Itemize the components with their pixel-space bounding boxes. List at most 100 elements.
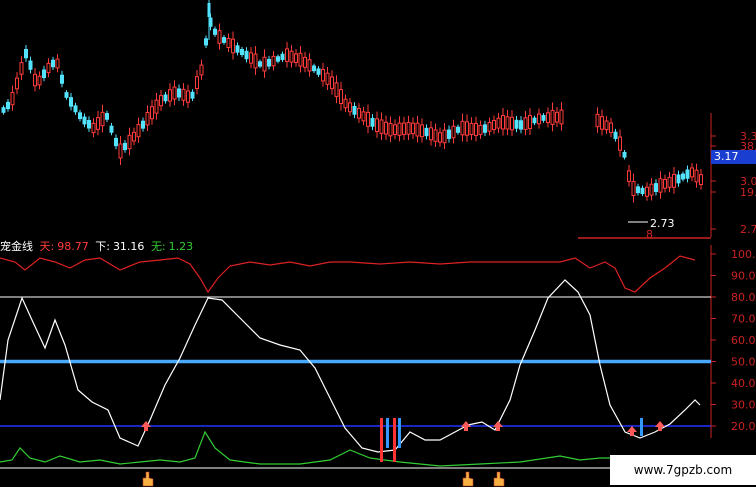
candle-body [393,124,397,135]
candle-body [348,102,352,113]
indicator-axis-label: 40.00 [731,377,756,390]
candle-body [375,118,379,133]
candle-body [64,92,69,98]
price-axis-label: 19.1% [740,186,756,199]
candle-body [442,129,447,144]
legend-wu-value: 1.23 [168,240,194,253]
candle-body [402,122,406,135]
indicator-axis-label: 80.00 [731,291,756,304]
candle-body [474,122,478,136]
candle-body [411,122,415,135]
candle-body [532,117,537,124]
candle-body [609,122,613,133]
candle-body [51,59,55,68]
candle-body [289,50,294,63]
candle-body [523,117,528,130]
candle-body [267,58,271,67]
candle-body [298,52,303,67]
candle-body [213,28,217,35]
candle-body [6,101,10,110]
candle-body [339,89,343,105]
candle-body [667,176,672,188]
candle-body [681,173,685,180]
candle-body [207,3,211,17]
candle-body [469,122,474,136]
candle-body [73,105,78,113]
candle-body [406,121,411,135]
candle-body [352,105,357,115]
candle-body [199,64,204,76]
candle-body [595,113,600,128]
candle-body [15,77,19,90]
candle-body [114,137,118,147]
watermark: www.7gpzb.com [610,455,756,485]
legend-xia-value: 31.16 [112,240,145,253]
candle-body [537,113,541,125]
up-arrow-icon [627,426,637,436]
candlesticks [1,13,703,203]
candle-body [370,117,375,127]
candle-body [145,111,150,126]
candle-body [618,136,622,151]
candle-body [262,56,267,72]
candle-body [28,60,33,70]
candle-body [447,129,451,139]
candle-body [231,38,235,54]
candle-body [604,120,609,131]
candle-body [168,89,172,102]
candle-body [541,115,546,121]
candle-body [100,111,105,127]
candle-body [388,123,393,137]
candle-body [663,178,667,189]
candle-body [109,125,114,133]
candle-body [676,174,681,184]
candle-body [316,68,321,75]
candle-body [91,122,96,134]
candle-body [501,114,505,130]
candle-body [397,122,402,136]
candle-body [649,183,654,196]
candle-body [546,112,550,124]
candle-body [366,111,370,127]
candle-body [55,58,60,69]
price-axis-label: 2.70 [740,223,756,236]
candle-body [195,76,199,90]
low-marker-label: 8 [646,228,653,241]
candle-body [172,86,177,100]
candle-body [451,125,456,139]
candle-body [271,55,276,67]
candle-body [244,50,249,60]
candle-body [550,109,555,125]
signal-bar-blue [398,418,401,448]
candle-body [60,74,64,84]
candle-body [330,76,334,90]
candle-body [505,116,510,130]
candle-body [240,48,244,56]
candle-body [699,174,703,186]
candle-body [690,167,694,178]
candle-body [1,107,6,113]
candle-body [163,94,168,102]
candle-body [249,52,253,64]
candle-body [514,119,519,129]
candle-body [478,124,483,135]
candle-body [136,124,141,138]
candle-body [190,91,195,99]
indicator-axis-label: 60.00 [731,334,756,347]
hand-pointer-icon [493,471,505,487]
candle-body [10,92,15,106]
candle-body [46,62,51,74]
candle-body [424,127,429,137]
candle-body [307,59,312,72]
hand-pointer-icon [462,471,474,487]
signal-bar-blue [640,418,643,436]
signal-bar-red [393,418,396,462]
candle-body [82,116,87,125]
candle-body [177,88,181,98]
low-annotation-label: 2.73 [650,217,675,230]
candle-body [487,121,492,132]
candle-body [285,48,289,62]
tian-line [0,255,696,294]
candle-body [420,124,424,138]
candle-body [37,75,42,86]
